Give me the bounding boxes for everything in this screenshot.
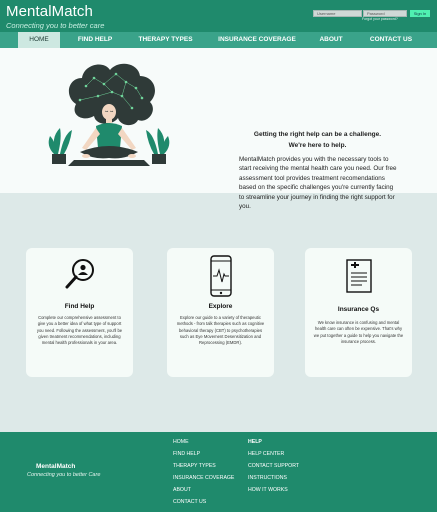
nav-find-help[interactable]: FIND HELP <box>70 32 120 48</box>
card-insurance[interactable]: Insurance Qs We know insurance is confus… <box>305 248 412 377</box>
sign-in-button[interactable]: Sign In <box>410 10 430 17</box>
footer-help-heading: HELP <box>248 439 262 445</box>
hero-headline-line-1: Getting the right help can be a challeng… <box>253 131 382 138</box>
brand-tagline: Connecting you to better care <box>6 21 105 30</box>
hero-headline: Getting the right help can be a challeng… <box>230 129 405 151</box>
nav-home[interactable]: HOME <box>18 32 60 48</box>
nav-about[interactable]: ABOUT <box>312 32 350 48</box>
footer-link-find-help[interactable]: FIND HELP <box>173 451 200 457</box>
site-header: MentalMatch Connecting you to better car… <box>0 0 437 32</box>
card-title: Find Help <box>64 303 95 310</box>
nav-contact-us[interactable]: CONTACT US <box>364 32 418 48</box>
brand-name: MentalMatch <box>6 3 93 20</box>
hero-section: Getting the right help can be a challeng… <box>0 48 437 210</box>
footer-link-home[interactable]: HOME <box>173 439 189 445</box>
medical-document-icon <box>346 259 372 293</box>
card-title: Insurance Qs <box>337 306 380 313</box>
footer-link-insurance-coverage[interactable]: INSURANCE COVERAGE <box>173 475 234 481</box>
footer-link-contact-us[interactable]: CONTACT US <box>173 499 206 505</box>
phone-heartbeat-icon <box>210 255 232 297</box>
footer-link-about[interactable]: ABOUT <box>173 487 191 493</box>
footer-link-therapy-types[interactable]: THERAPY TYPES <box>173 463 216 469</box>
card-text: Explore our guide to a variety of therap… <box>176 315 265 346</box>
password-input[interactable]: Password <box>363 10 407 17</box>
hero-headline-line-2: We're here to help. <box>288 142 347 149</box>
card-text: We know insurance is confusing and menta… <box>313 320 404 344</box>
footer-brand[interactable]: MentalMatch <box>36 463 75 470</box>
username-input[interactable]: Username <box>313 10 362 17</box>
card-find-help[interactable]: Find Help Complete our comprehensive ass… <box>26 248 133 377</box>
footer-tagline: Connecting you to better Care <box>27 472 101 478</box>
nav-therapy-types[interactable]: THERAPY TYPES <box>133 32 198 48</box>
site-footer: MentalMatch Connecting you to better Car… <box>0 432 437 512</box>
main-nav: HOME FIND HELP THERAPY TYPES INSURANCE C… <box>0 32 437 48</box>
meditating-woman-illustration <box>48 63 170 166</box>
footer-link-instructions[interactable]: INSTRUCTIONS <box>248 475 287 481</box>
footer-link-how-it-works[interactable]: HOW IT WORKS <box>248 487 288 493</box>
brand[interactable]: MentalMatch Connecting you to better car… <box>6 3 105 31</box>
footer-link-contact-support[interactable]: CONTACT SUPPORT <box>248 463 299 469</box>
card-explore[interactable]: Explore Explore our guide to a variety o… <box>167 248 274 377</box>
footer-link-help-center[interactable]: HELP CENTER <box>248 451 284 457</box>
hero-description: MentalMatch provides you with the necess… <box>239 156 397 211</box>
forgot-password-link[interactable]: Forgot your password? <box>362 17 398 21</box>
nav-insurance-coverage[interactable]: INSURANCE COVERAGE <box>212 32 302 48</box>
magnifier-person-icon <box>65 259 94 289</box>
card-title: Explore <box>208 303 233 310</box>
card-text: Complete our comprehensive assessment to… <box>36 315 123 346</box>
